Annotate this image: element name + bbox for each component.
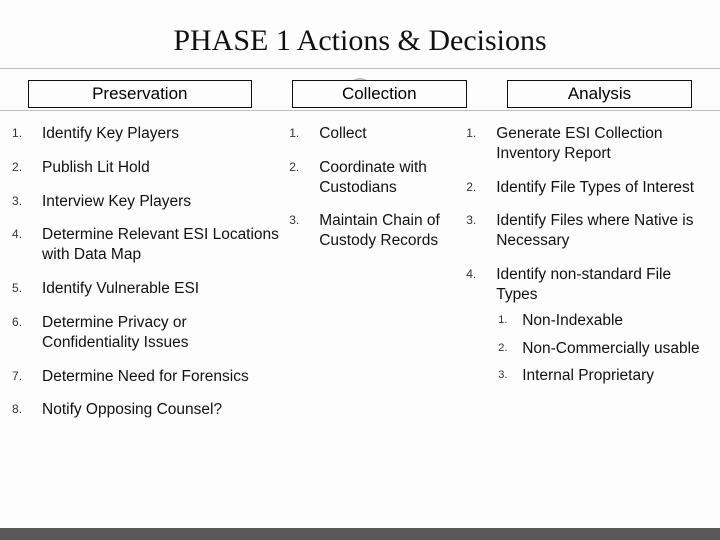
header-collection: Collection xyxy=(292,80,467,108)
divider-top xyxy=(0,68,720,69)
page-title: PHASE 1 Actions & Decisions xyxy=(28,24,692,58)
analysis-sublist: Non-Indexable Non-Commercially usable In… xyxy=(496,311,700,386)
list-item: Determine Need for Forensics xyxy=(12,367,279,387)
list-item: Determine Relevant ESI Locations with Da… xyxy=(12,225,279,265)
columns-body: Identify Key Players Publish Lit Hold In… xyxy=(12,124,700,504)
list-item: Identify Files where Native is Necessary xyxy=(466,211,700,251)
column-analysis: Generate ESI Collection Inventory Report… xyxy=(466,124,700,504)
list-item: Identify Key Players xyxy=(12,124,279,144)
collection-list: Collect Coordinate with Custodians Maint… xyxy=(289,124,456,251)
column-preservation: Identify Key Players Publish Lit Hold In… xyxy=(12,124,279,504)
analysis-list: Generate ESI Collection Inventory Report… xyxy=(466,124,700,386)
list-item: Identify File Types of Interest xyxy=(466,178,700,198)
column-collection: Collect Coordinate with Custodians Maint… xyxy=(289,124,456,504)
header-analysis: Analysis xyxy=(507,80,692,108)
list-item: Identify non-standard File Types Non-Ind… xyxy=(466,265,700,386)
preservation-list: Identify Key Players Publish Lit Hold In… xyxy=(12,124,279,420)
column-headers: Preservation Collection Analysis xyxy=(28,80,692,108)
list-item: Generate ESI Collection Inventory Report xyxy=(466,124,700,164)
slide: PHASE 1 Actions & Decisions Preservation… xyxy=(0,0,720,540)
list-item: Notify Opposing Counsel? xyxy=(12,400,279,420)
list-item: Collect xyxy=(289,124,456,144)
sub-list-item: Non-Commercially usable xyxy=(496,339,700,359)
list-item: Interview Key Players xyxy=(12,192,279,212)
list-item: Identify Vulnerable ESI xyxy=(12,279,279,299)
header-preservation: Preservation xyxy=(28,80,252,108)
sub-list-item: Internal Proprietary xyxy=(496,366,700,386)
list-item: Coordinate with Custodians xyxy=(289,158,456,198)
sub-list-item: Non-Indexable xyxy=(496,311,700,331)
list-item: Determine Privacy or Confidentiality Iss… xyxy=(12,313,279,353)
divider-bottom xyxy=(0,110,720,111)
list-item-label: Identify non-standard File Types xyxy=(496,266,671,303)
list-item: Publish Lit Hold xyxy=(12,158,279,178)
list-item: Maintain Chain of Custody Records xyxy=(289,211,456,251)
